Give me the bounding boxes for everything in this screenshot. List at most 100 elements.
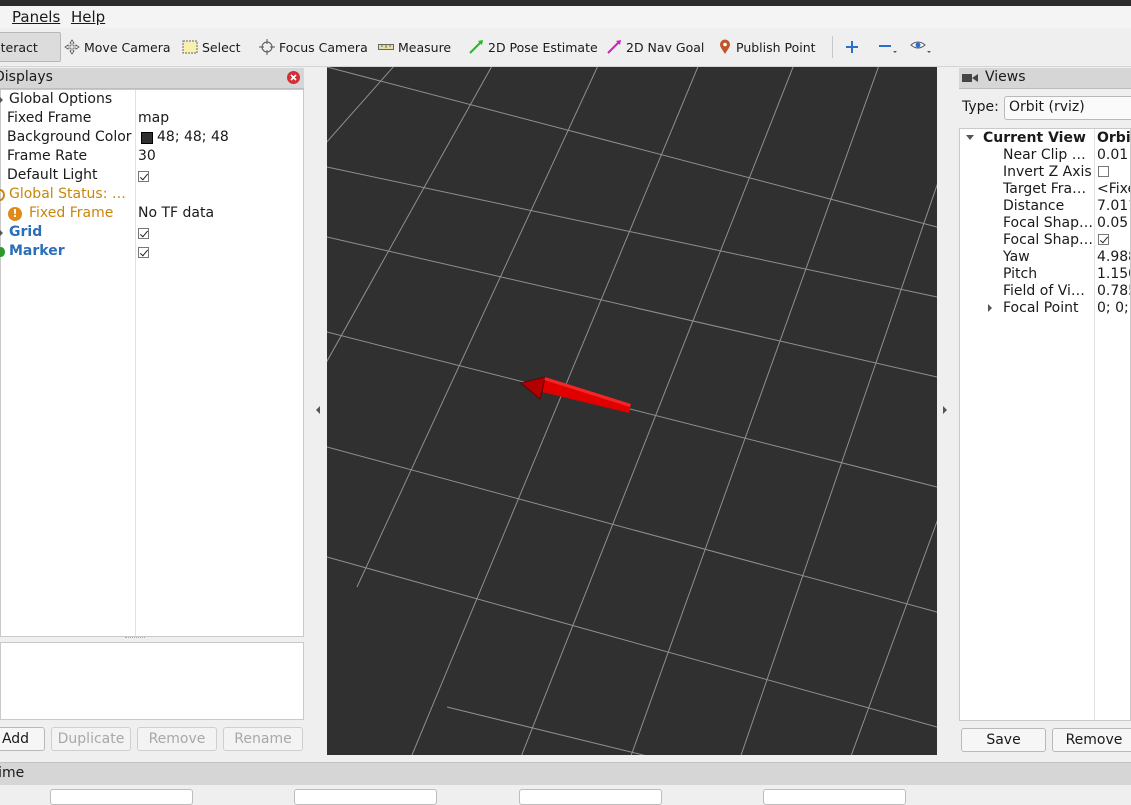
wall-elapsed-field[interactable] [763, 789, 906, 805]
tree-label: Focal Point [1003, 300, 1079, 316]
focus-camera-tool-button[interactable]: Focus Camera [259, 32, 368, 62]
collapse-right-arrow-icon[interactable] [943, 406, 947, 414]
tree-label: Background Color [7, 129, 132, 145]
remove-tool-button[interactable] [878, 32, 902, 62]
tree-row-frame-rate[interactable]: Frame Rate 30 [1, 148, 303, 167]
grid-checkbox[interactable] [138, 228, 149, 239]
grid-line [327, 67, 492, 363]
wall-time-field[interactable] [519, 789, 662, 805]
tree-value[interactable]: 48; 48; 48 [157, 129, 229, 145]
tree-value[interactable]: 0.05 [1097, 215, 1128, 231]
collapse-left-arrow-icon[interactable] [316, 406, 320, 414]
tree-value[interactable]: <Fixe [1097, 181, 1130, 197]
remove-display-button[interactable]: Remove [137, 727, 217, 751]
remove-view-label: Remove [1065, 732, 1123, 748]
color-swatch[interactable] [141, 132, 153, 144]
tree-value[interactable]: map [138, 110, 169, 126]
invert-z-checkbox[interactable] [1098, 166, 1109, 177]
tree-value[interactable]: 0; 0; 0 [1097, 300, 1130, 316]
tool-bar: Interact Move Camera Select Focus Camera… [0, 28, 1131, 67]
remove-view-button[interactable]: Remove [1052, 728, 1131, 752]
tree-row-distance[interactable]: Distance 7.011 [960, 198, 1130, 215]
marker-checkbox[interactable] [138, 247, 149, 258]
tree-label: Field of Vi… [1003, 283, 1085, 299]
tree-value[interactable]: 1.150 [1097, 266, 1130, 282]
tree-row-global-options[interactable]: Global Options [0, 91, 303, 110]
plus-icon [846, 41, 858, 53]
tree-value: No TF data [138, 205, 215, 221]
minus-icon [879, 45, 897, 53]
select-icon [182, 40, 198, 54]
save-view-button[interactable]: Save [961, 728, 1046, 752]
tree-row-target-frame[interactable]: Target Fra… <Fixe [960, 181, 1130, 198]
rename-display-button[interactable]: Rename [223, 727, 303, 751]
view-type-select[interactable]: Orbit (rviz) [1004, 96, 1131, 120]
pose-estimate-tool-button[interactable]: 2D Pose Estimate [468, 32, 598, 62]
ros-time-field[interactable] [50, 789, 193, 805]
select-label: Select [202, 39, 241, 55]
nav-goal-label: 2D Nav Goal [626, 39, 705, 55]
move-camera-icon [64, 39, 80, 55]
close-panel-icon[interactable] [287, 71, 300, 84]
focal-shape-checkbox[interactable] [1098, 234, 1109, 245]
tree-row-grid[interactable]: Grid [0, 224, 303, 243]
pose-estimate-arrow-icon [469, 40, 483, 54]
measure-tool-button[interactable]: Measure [378, 32, 451, 62]
tree-label: Pitch [1003, 266, 1038, 282]
tree-row-pitch[interactable]: Pitch 1.150 [960, 266, 1130, 283]
ros-elapsed-field[interactable] [294, 789, 437, 805]
eye-icon [910, 41, 931, 53]
render-viewport[interactable] [327, 67, 937, 755]
interact-tool-button[interactable]: Interact [0, 32, 61, 62]
select-tool-button[interactable]: Select [182, 32, 241, 62]
add-label: Add [1, 731, 30, 747]
tree-value[interactable]: 30 [138, 148, 156, 164]
tree-value[interactable]: 4.988 [1097, 249, 1130, 265]
measure-icon [378, 44, 394, 50]
tree-row-marker[interactable]: Marker [0, 243, 303, 262]
tree-label: Current View [983, 130, 1086, 146]
tree-row-global-status[interactable]: Global Status: … [0, 186, 303, 205]
tree-row-invert-z-axis[interactable]: Invert Z Axis [960, 164, 1130, 181]
description-box [0, 642, 304, 720]
tree-row-focal-shape-size[interactable]: Focal Shap… 0.05 [960, 215, 1130, 232]
add-tool-button[interactable] [845, 32, 863, 62]
tree-row-status-fixed-frame[interactable]: ! Fixed Frame No TF data [1, 205, 303, 224]
displays-tree: Global Options Fixed Frame map Backgroun… [0, 89, 304, 637]
view-options-button[interactable] [910, 32, 936, 62]
tree-value[interactable]: 7.011 [1097, 198, 1130, 214]
tree-row-fixed-frame[interactable]: Fixed Frame map [1, 110, 303, 129]
move-camera-tool-button[interactable]: Move Camera [64, 32, 171, 62]
default-light-checkbox[interactable] [138, 171, 149, 182]
tree-row-current-view[interactable]: Current View Orbit [960, 130, 1130, 147]
duplicate-display-button[interactable]: Duplicate [51, 727, 131, 751]
warning-status-icon [0, 189, 5, 201]
measure-label: Measure [398, 39, 452, 55]
tree-label: Distance [1003, 198, 1065, 214]
tree-row-field-of-view[interactable]: Field of Vi… 0.785 [960, 283, 1130, 300]
pose-estimate-label: 2D Pose Estimate [488, 39, 598, 55]
publish-point-tool-button[interactable]: Publish Point [718, 32, 816, 62]
collapse-arrow-icon[interactable] [966, 135, 974, 140]
menu-help[interactable]: Help [71, 8, 105, 26]
tree-row-yaw[interactable]: Yaw 4.988 [960, 249, 1130, 266]
tree-row-default-light[interactable]: Default Light [1, 167, 303, 186]
nav-goal-tool-button[interactable]: 2D Nav Goal [606, 32, 704, 62]
expand-arrow-icon[interactable] [988, 304, 992, 312]
menu-panels[interactable]: Panels [12, 8, 60, 26]
tree-value[interactable]: 0.785 [1097, 283, 1130, 299]
tree-value[interactable]: 0.01 [1097, 147, 1128, 163]
tree-label: Focal Shap… [1003, 215, 1093, 231]
add-display-button[interactable]: Add [0, 727, 45, 751]
expand-arrow-icon[interactable] [0, 229, 3, 237]
expand-arrow-icon[interactable] [0, 96, 3, 104]
tree-row-focal-shape-fixed[interactable]: Focal Shap… [960, 232, 1130, 249]
tree-label: Grid [9, 224, 43, 240]
duplicate-label: Duplicate [57, 731, 125, 747]
tree-row-background-color[interactable]: Background Color 48; 48; 48 [1, 129, 303, 148]
tree-label: Fixed Frame [29, 205, 114, 221]
tree-row-focal-point[interactable]: Focal Point 0; 0; 0 [960, 300, 1130, 317]
view-type-value: Orbit (rviz) [1009, 99, 1085, 115]
tree-label: Global Options [9, 91, 113, 107]
tree-row-near-clip[interactable]: Near Clip … 0.01 [960, 147, 1130, 164]
